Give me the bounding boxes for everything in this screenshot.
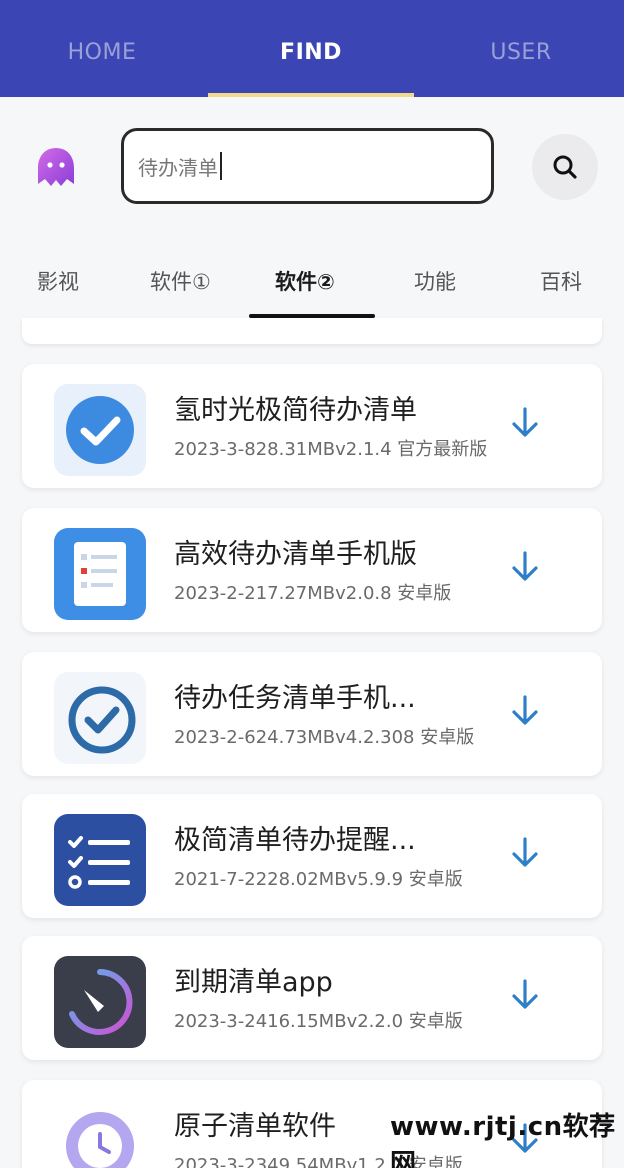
previous-card-edge (22, 318, 602, 344)
search-button[interactable] (532, 134, 598, 200)
category-tab-software-1[interactable]: 软件① (150, 266, 211, 296)
check-circle-app-icon (54, 384, 146, 476)
check-ring-app-icon (54, 672, 146, 764)
app-meta: 2023-3-2416.15MBv2.2.0 安卓版 (174, 1011, 463, 1032)
app-title: 氢时光极简待办清单 (174, 395, 417, 426)
app-meta: 2023-2-217.27MBv2.0.8 安卓版 (174, 583, 452, 604)
download-icon[interactable] (510, 550, 540, 584)
app-list-item[interactable]: 到期清单app 2023-3-2416.15MBv2.2.0 安卓版 (22, 936, 602, 1060)
clock-app-icon (54, 1100, 146, 1168)
top-nav-bar: HOME FIND USER (0, 0, 624, 97)
app-title: 待办任务清单手机... (174, 683, 416, 714)
app-title: 到期清单app (174, 967, 333, 998)
checklist-app-icon (54, 814, 146, 906)
category-tab-software-2[interactable]: 软件② (275, 266, 335, 296)
app-list-item[interactable]: 极简清单待办提醒... 2021-7-2228.02MBv5.9.9 安卓版 (22, 794, 602, 918)
search-icon (553, 155, 577, 179)
category-tab-movies[interactable]: 影视 (37, 266, 79, 296)
category-tab-features[interactable]: 功能 (414, 266, 456, 296)
app-list-item[interactable]: 待办任务清单手机... 2023-2-624.73MBv4.2.308 安卓版 (22, 652, 602, 776)
app-title: 极简清单待办提醒... (174, 825, 416, 856)
app-list-item[interactable]: 氢时光极简待办清单 2023-3-828.31MBv2.1.4 官方最新版 (22, 364, 602, 488)
timer-app-icon (54, 956, 146, 1048)
app-meta: 2023-3-828.31MBv2.1.4 官方最新版 (174, 439, 488, 460)
app-meta: 2021-7-2228.02MBv5.9.9 安卓版 (174, 869, 463, 890)
app-list-item[interactable]: 高效待办清单手机版 2023-2-217.27MBv2.0.8 安卓版 (22, 508, 602, 632)
download-icon[interactable] (510, 694, 540, 728)
watermark-text: www.rjtj.cn软荐网 (390, 1112, 616, 1168)
app-meta: 2023-2-624.73MBv4.2.308 安卓版 (174, 727, 475, 748)
category-tab-encyclopedia[interactable]: 百科 (540, 266, 582, 296)
tab-home[interactable]: HOME (22, 40, 182, 74)
app-title: 高效待办清单手机版 (174, 539, 417, 570)
download-icon[interactable] (510, 978, 540, 1012)
search-input[interactable]: 待办清单 (121, 128, 494, 204)
ghost-avatar-icon[interactable] (34, 146, 78, 188)
tab-user[interactable]: USER (441, 40, 601, 74)
active-tab-indicator (208, 93, 414, 97)
tab-find[interactable]: FIND (231, 40, 391, 74)
download-icon[interactable] (510, 406, 540, 440)
clipboard-app-icon (54, 528, 146, 620)
download-icon[interactable] (510, 836, 540, 870)
search-input-value: 待办清单 (138, 155, 218, 180)
text-caret (220, 152, 222, 180)
